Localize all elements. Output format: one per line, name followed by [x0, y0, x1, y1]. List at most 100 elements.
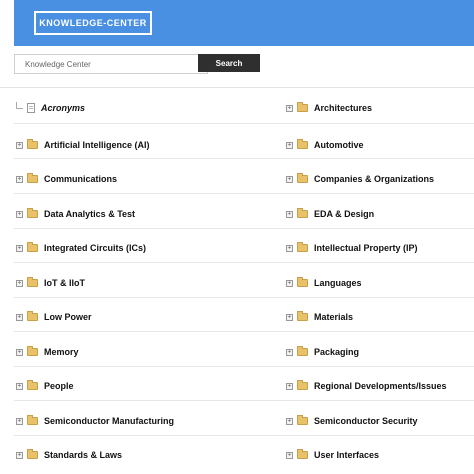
folder-icon	[27, 415, 38, 425]
tree-item-label[interactable]: Languages	[314, 278, 362, 288]
folder-icon	[27, 346, 38, 356]
row-divider	[14, 435, 474, 436]
tree-item-iot-iiot[interactable]: + IoT & IIoT	[16, 276, 85, 290]
row-divider	[14, 400, 474, 401]
tree-item-label[interactable]: Memory	[44, 347, 79, 357]
expand-icon[interactable]: +	[286, 244, 293, 252]
expand-icon[interactable]: +	[16, 313, 23, 321]
tree-item-label[interactable]: Artificial Intelligence (AI)	[44, 140, 150, 150]
expand-icon[interactable]: +	[16, 382, 23, 390]
row-divider	[14, 228, 474, 229]
tree-item-label[interactable]: Data Analytics & Test	[44, 209, 135, 219]
row-divider	[14, 158, 474, 159]
folder-icon	[297, 242, 308, 252]
tree-item-intellectual-property-ip[interactable]: + Intellectual Property (IP)	[286, 241, 418, 255]
folder-icon	[297, 311, 308, 321]
tree-item-label[interactable]: IoT & IIoT	[44, 278, 85, 288]
row-divider	[14, 123, 474, 124]
tree-item-languages[interactable]: + Languages	[286, 276, 362, 290]
divider	[0, 87, 474, 88]
tree-item-label[interactable]: Acronyms	[41, 103, 85, 113]
expand-icon[interactable]: +	[286, 141, 293, 149]
expand-icon[interactable]: +	[16, 417, 23, 425]
expand-icon[interactable]: +	[16, 451, 23, 459]
tree-item-standards-laws[interactable]: + Standards & Laws	[16, 448, 122, 462]
folder-icon	[27, 311, 38, 321]
header-bar: KNOWLEDGE-CENTER	[14, 0, 474, 46]
tree-item-eda-design[interactable]: + EDA & Design	[286, 207, 374, 221]
folder-icon	[27, 277, 38, 287]
folder-icon	[297, 277, 308, 287]
tree-item-label[interactable]: Communications	[44, 174, 117, 184]
tree-item-semiconductor-manufacturing[interactable]: + Semiconductor Manufacturing	[16, 414, 174, 428]
row-divider	[14, 366, 474, 367]
folder-icon	[297, 449, 308, 459]
row-divider	[14, 193, 474, 194]
expand-icon[interactable]: +	[16, 210, 23, 218]
tree-item-architectures[interactable]: + Architectures	[286, 101, 372, 115]
tree-item-label[interactable]: Packaging	[314, 347, 359, 357]
folder-icon	[297, 208, 308, 218]
folder-icon	[297, 380, 308, 390]
tree-item-data-analytics-test[interactable]: + Data Analytics & Test	[16, 207, 135, 221]
tree-item-companies-organizations[interactable]: + Companies & Organizations	[286, 172, 434, 186]
tree-item-label[interactable]: Materials	[314, 312, 353, 322]
tree-item-packaging[interactable]: + Packaging	[286, 345, 359, 359]
tree-item-integrated-circuits-ics[interactable]: + Integrated Circuits (ICs)	[16, 241, 146, 255]
expand-icon[interactable]: +	[286, 279, 293, 287]
folder-icon	[297, 139, 308, 149]
tree-item-low-power[interactable]: + Low Power	[16, 310, 92, 324]
expand-icon[interactable]: +	[286, 313, 293, 321]
row-divider	[14, 331, 474, 332]
expand-icon[interactable]: +	[16, 244, 23, 252]
expand-icon[interactable]: +	[286, 210, 293, 218]
expand-icon[interactable]: +	[16, 141, 23, 149]
tree-item-label[interactable]: Low Power	[44, 312, 92, 322]
folder-icon	[297, 346, 308, 356]
tree-item-materials[interactable]: + Materials	[286, 310, 353, 324]
tree-item-semiconductor-security[interactable]: + Semiconductor Security	[286, 414, 418, 428]
tree-item-communications[interactable]: + Communications	[16, 172, 117, 186]
expand-icon[interactable]: +	[286, 175, 293, 183]
folder-icon	[27, 139, 38, 149]
tree-item-label[interactable]: Standards & Laws	[44, 450, 122, 460]
knowledge-center-button[interactable]: KNOWLEDGE-CENTER	[34, 11, 152, 35]
tree-item-automotive[interactable]: + Automotive	[286, 138, 364, 152]
folder-icon	[297, 173, 308, 183]
tree-connector-icon	[16, 101, 23, 109]
tree-item-people[interactable]: + People	[16, 379, 74, 393]
tree-item-label[interactable]: Companies & Organizations	[314, 174, 434, 184]
tree-item-label[interactable]: Integrated Circuits (ICs)	[44, 243, 146, 253]
search-button[interactable]: Search	[198, 54, 260, 72]
search-input[interactable]	[14, 54, 208, 74]
expand-icon[interactable]: +	[286, 417, 293, 425]
folder-icon	[27, 208, 38, 218]
tree-item-label[interactable]: Intellectual Property (IP)	[314, 243, 418, 253]
tree-item-label[interactable]: Regional Developments/Issues	[314, 381, 447, 391]
document-icon	[27, 103, 35, 113]
tree-item-label[interactable]: Automotive	[314, 140, 364, 150]
tree-item-label[interactable]: User Interfaces	[314, 450, 379, 460]
folder-icon	[27, 173, 38, 183]
expand-icon[interactable]: +	[286, 348, 293, 356]
tree-item-regional-developments-issues[interactable]: + Regional Developments/Issues	[286, 379, 447, 393]
expand-icon[interactable]: +	[286, 451, 293, 459]
folder-icon	[27, 242, 38, 252]
tree-item-label[interactable]: Architectures	[314, 103, 372, 113]
tree-item-label[interactable]: Semiconductor Security	[314, 416, 418, 426]
expand-icon[interactable]: +	[16, 279, 23, 287]
tree-item-memory[interactable]: + Memory	[16, 345, 79, 359]
tree-item-label[interactable]: Semiconductor Manufacturing	[44, 416, 174, 426]
expand-icon[interactable]: +	[16, 348, 23, 356]
tree-item-artificial-intelligence-ai[interactable]: + Artificial Intelligence (AI)	[16, 138, 150, 152]
expand-icon[interactable]: +	[286, 104, 293, 112]
expand-icon[interactable]: +	[16, 175, 23, 183]
tree-item-user-interfaces[interactable]: + User Interfaces	[286, 448, 379, 462]
tree-item-acronyms[interactable]: Acronyms	[16, 101, 85, 115]
expand-icon[interactable]: +	[286, 382, 293, 390]
tree-item-label[interactable]: People	[44, 381, 74, 391]
folder-icon	[27, 449, 38, 459]
folder-icon	[27, 380, 38, 390]
tree-item-label[interactable]: EDA & Design	[314, 209, 374, 219]
row-divider	[14, 262, 474, 263]
